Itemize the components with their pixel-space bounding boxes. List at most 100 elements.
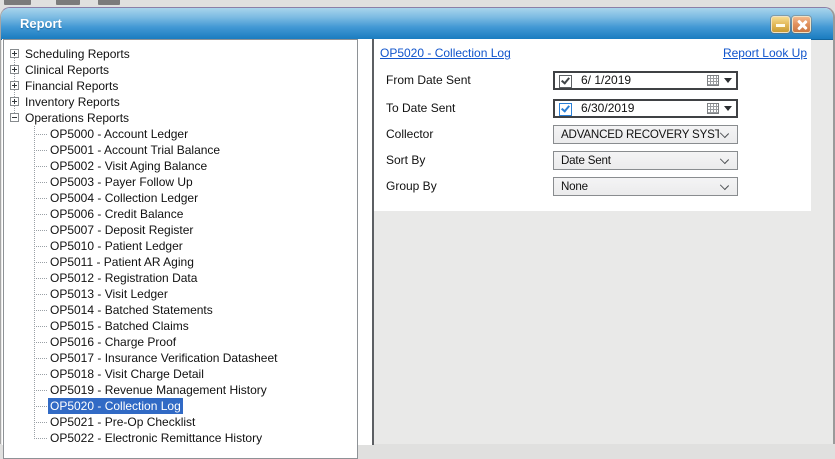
tree-item[interactable]: OP5002 - Visit Aging Balance [4,158,357,174]
tree-item[interactable]: OP5004 - Collection Ledger [4,190,357,206]
collector-select[interactable]: ADVANCED RECOVERY SYST [553,125,738,144]
collector-label: Collector [386,125,546,144]
tree-item[interactable]: OP5001 - Account Trial Balance [4,142,357,158]
tree-item-label[interactable]: OP5019 - Revenue Management History [48,382,269,398]
window-title: Report [20,16,62,31]
calendar-icon[interactable] [707,75,719,86]
tree-parent-item[interactable]: Operations Reports [4,110,357,126]
tree-item-label[interactable]: OP5010 - Patient Ledger [48,238,185,254]
minimize-button[interactable] [771,16,790,33]
expand-icon[interactable] [10,81,19,90]
from-date-label: From Date Sent [386,71,546,90]
tree-parent-label[interactable]: Scheduling Reports [25,46,130,62]
expand-icon[interactable] [10,97,19,106]
tree-item-label[interactable]: OP5015 - Batched Claims [48,318,191,334]
tree-item-label[interactable]: OP5004 - Collection Ledger [48,190,200,206]
tree-item[interactable]: OP5012 - Registration Data [4,270,357,286]
close-button[interactable] [792,16,811,33]
expand-icon[interactable] [10,65,19,74]
tree-item[interactable]: OP5019 - Revenue Management History [4,382,357,398]
plus-glyph [14,99,15,104]
tree-item[interactable]: OP5003 - Payer Follow Up [4,174,357,190]
tree-item[interactable]: OP5014 - Batched Statements [4,302,357,318]
check-icon [561,103,570,112]
tree-parent-label[interactable]: Inventory Reports [25,94,120,110]
collapse-icon[interactable] [10,113,19,122]
tree-item-label[interactable]: OP5012 - Registration Data [48,270,199,286]
tree-item[interactable]: OP5017 - Insurance Verification Datashee… [4,350,357,366]
minus-glyph [12,117,17,118]
tree-branch-line [34,310,47,311]
tree-branch-line [34,230,47,231]
tree-parent-item[interactable]: Scheduling Reports [4,46,357,62]
tree-branch-line [34,134,47,135]
groupby-select[interactable]: None [553,177,738,196]
tree-item[interactable]: OP5013 - Visit Ledger [4,286,357,302]
report-window: Report Scheduling ReportsClinical Report… [0,7,835,444]
tree-item-label[interactable]: OP5018 - Visit Charge Detail [48,366,206,382]
tree-parent-label[interactable]: Financial Reports [25,78,118,94]
tree-item-label[interactable]: OP5007 - Deposit Register [48,222,195,238]
tree-item[interactable]: OP5016 - Charge Proof [4,334,357,350]
tree-item-label[interactable]: OP5017 - Insurance Verification Datashee… [48,350,279,366]
tree-item-label[interactable]: OP5002 - Visit Aging Balance [48,158,209,174]
tree-branch-line [34,374,47,375]
tree-branch-line [34,390,47,391]
plus-glyph [14,83,15,88]
tree-item[interactable]: OP5006 - Credit Balance [4,206,357,222]
from-date-field[interactable]: 6/ 1/2019 [553,71,738,90]
tree-branch-line [34,198,47,199]
from-date-checkbox[interactable] [559,75,572,88]
tree-item[interactable]: OP5000 - Account Ledger [4,126,357,142]
collector-value: ADVANCED RECOVERY SYST [561,127,719,143]
tree-parent-label[interactable]: Clinical Reports [25,62,109,78]
tree-item-label-selected[interactable]: OP5020 - Collection Log [48,398,183,414]
report-lookup-link[interactable]: Report Look Up [723,46,807,60]
groupby-label: Group By [386,177,546,196]
to-date-checkbox[interactable] [559,103,572,116]
tree-branch-line [34,262,47,263]
tree-item-label[interactable]: OP5000 - Account Ledger [48,126,190,142]
tree-item[interactable]: OP5020 - Collection Log [4,398,357,414]
title-bar[interactable]: Report [1,8,833,40]
report-options-panel: OP5020 - Collection Log Report Look Up F… [374,39,811,211]
tree-item[interactable]: OP5010 - Patient Ledger [4,238,357,254]
tree-item-label[interactable]: OP5014 - Batched Statements [48,302,215,318]
dropdown-arrow-icon[interactable] [724,106,732,111]
tree-item[interactable]: OP5011 - Patient AR Aging [4,254,357,270]
tree-branch-line [34,182,47,183]
to-date-label: To Date Sent [386,99,546,118]
tree-parent-item[interactable]: Clinical Reports [4,62,357,78]
tree-item-label[interactable]: OP5011 - Patient AR Aging [48,254,196,270]
plus-glyph [14,67,15,72]
toolbar-stub [4,0,31,5]
tree-parent-item[interactable]: Inventory Reports [4,94,357,110]
expand-icon[interactable] [10,49,19,58]
tree-item-label[interactable]: OP5003 - Payer Follow Up [48,174,195,190]
tree-branch-line [34,214,47,215]
sortby-value: Date Sent [561,153,611,169]
tree-item[interactable]: OP5018 - Visit Charge Detail [4,366,357,382]
tree-item-label[interactable]: OP5016 - Charge Proof [48,334,178,350]
to-date-value[interactable]: 6/30/2019 [581,101,634,116]
tree-item-label[interactable]: OP5006 - Credit Balance [48,206,185,222]
tree-parent-item[interactable]: Financial Reports [4,78,357,94]
tree-item-label[interactable]: OP5013 - Visit Ledger [48,286,170,302]
tree-item[interactable]: OP5015 - Batched Claims [4,318,357,334]
groupby-value: None [561,179,588,195]
report-title-link[interactable]: OP5020 - Collection Log [380,46,511,60]
tree-item-label[interactable]: OP5001 - Account Trial Balance [48,142,222,158]
tree-parent-label[interactable]: Operations Reports [25,110,129,126]
toolbar-stub [56,0,80,5]
sortby-select[interactable]: Date Sent [553,151,738,170]
dropdown-arrow-icon[interactable] [724,78,732,83]
tree-item-label[interactable]: OP5021 - Pre-Op Checklist [48,414,197,430]
tree-branch-line [34,278,47,279]
from-date-value[interactable]: 6/ 1/2019 [581,73,631,88]
report-tree[interactable]: Scheduling ReportsClinical ReportsFinanc… [3,39,358,459]
tree-item[interactable]: OP5021 - Pre-Op Checklist [4,414,357,430]
to-date-field[interactable]: 6/30/2019 [553,99,738,118]
tree-item[interactable]: OP5007 - Deposit Register [4,222,357,238]
calendar-icon[interactable] [707,103,719,114]
sortby-label: Sort By [386,151,546,170]
